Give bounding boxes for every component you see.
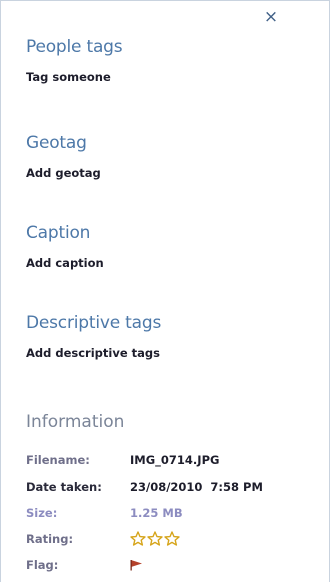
add-caption-link[interactable]: Add caption — [26, 256, 104, 270]
descriptive-tags-section: Descriptive tags Add descriptive tags — [26, 313, 161, 360]
caption-section: Caption Add caption — [26, 223, 104, 270]
people-tags-heading: People tags — [26, 37, 123, 57]
geotag-heading: Geotag — [26, 133, 87, 153]
rating-label: Rating: — [26, 532, 74, 546]
flag-icon[interactable] — [130, 559, 144, 571]
star-icon[interactable] — [130, 531, 146, 546]
descriptive-tags-heading: Descriptive tags — [26, 313, 162, 333]
information-heading: Information — [26, 412, 125, 432]
geotag-section: Geotag Add geotag — [26, 133, 101, 180]
filename-value: IMG_0714.JPG — [130, 453, 220, 467]
add-geotag-link[interactable]: Add geotag — [26, 166, 101, 180]
tag-someone-link[interactable]: Tag someone — [26, 70, 122, 84]
size-value: 1.25 MB — [130, 506, 183, 520]
star-icon[interactable] — [164, 531, 180, 546]
date-taken-value: 23/08/2010 7:58 PM — [130, 480, 263, 494]
filename-label: Filename: — [26, 453, 90, 467]
information-section: Information — [26, 412, 124, 432]
people-tags-section: People tags Tag someone — [26, 37, 123, 84]
star-icon[interactable] — [147, 531, 163, 546]
rating-stars[interactable] — [130, 531, 180, 546]
close-icon[interactable]: × — [259, 7, 283, 27]
size-label: Size: — [26, 506, 58, 520]
caption-heading: Caption — [26, 223, 91, 243]
flag-label: Flag: — [26, 558, 59, 572]
add-descriptive-tags-link[interactable]: Add descriptive tags — [26, 346, 161, 360]
date-taken-label: Date taken: — [26, 480, 102, 494]
properties-pane: × People tags Tag someone Geotag Add geo… — [0, 0, 330, 582]
